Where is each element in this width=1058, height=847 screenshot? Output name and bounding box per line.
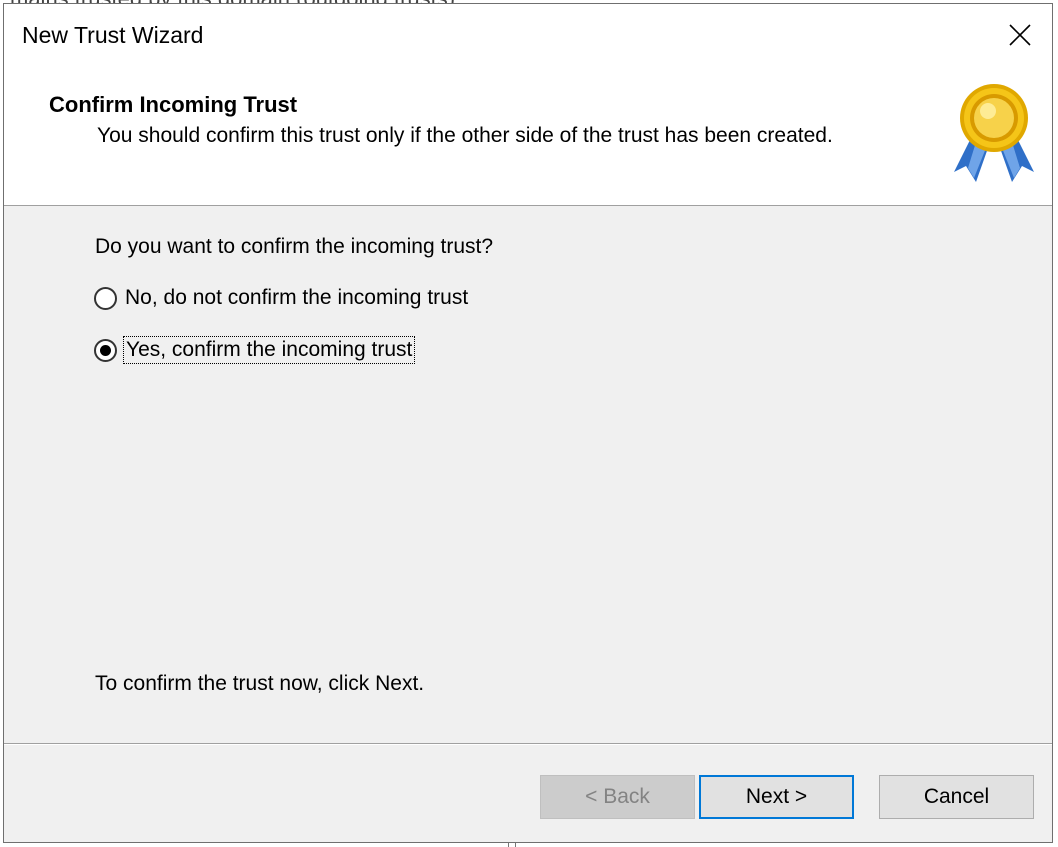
page-title: Confirm Incoming Trust	[49, 92, 298, 117]
wizard-dialog: New Trust Wizard Confirm Incoming Trust …	[3, 3, 1053, 843]
radio-yes-confirm[interactable]	[94, 338, 117, 362]
award-seal-icon	[954, 84, 1034, 182]
close-icon	[1009, 24, 1031, 46]
radio-no-confirm[interactable]	[94, 286, 117, 310]
question-label: Do you want to confirm the incoming trus…	[95, 235, 494, 258]
back-button[interactable]: < Back	[540, 775, 695, 819]
page-subtitle: You should confirm this trust only if th…	[97, 124, 833, 147]
option-no-confirm-label[interactable]: No, do not confirm the incoming trust	[123, 285, 470, 311]
wizard-content: Do you want to confirm the incoming trus…	[4, 205, 1052, 745]
wizard-header: Confirm Incoming Trust You should confir…	[4, 66, 1052, 206]
title-bar[interactable]: New Trust Wizard	[4, 4, 1052, 66]
instruction-text: To confirm the trust now, click Next.	[95, 672, 425, 695]
close-button[interactable]	[988, 4, 1052, 66]
window-title: New Trust Wizard	[22, 22, 204, 48]
next-button[interactable]: Next >	[699, 775, 854, 819]
cancel-button[interactable]: Cancel	[879, 775, 1034, 819]
option-no-confirm[interactable]: No, do not confirm the incoming trust	[94, 285, 470, 311]
option-yes-confirm-label[interactable]: Yes, confirm the incoming trust	[123, 336, 416, 364]
button-separator	[4, 743, 1052, 745]
option-yes-confirm[interactable]: Yes, confirm the incoming trust	[94, 336, 416, 364]
